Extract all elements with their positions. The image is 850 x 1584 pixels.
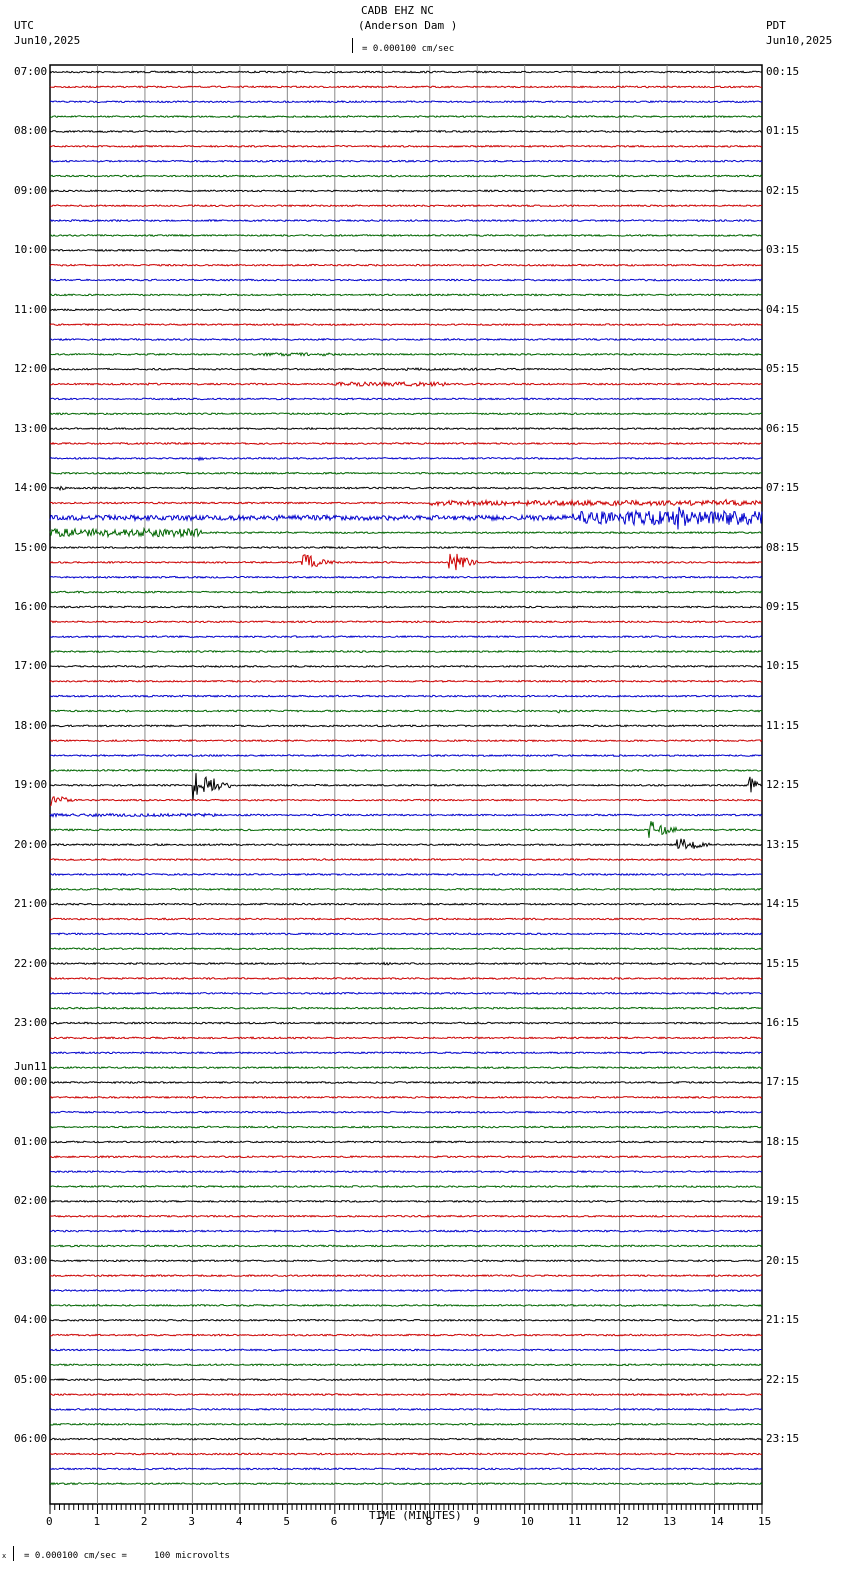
trace-line [49, 1363, 763, 1367]
helicorder-page: CADB EHZ NC (Anderson Dam ) UTC Jun10,20… [0, 0, 850, 1584]
trace-line [49, 679, 763, 683]
trace-line [50, 337, 763, 342]
trace-line [49, 485, 763, 492]
trace-line [49, 100, 763, 104]
trace-line [49, 204, 763, 208]
trace-line [49, 263, 763, 267]
trace-line [49, 248, 763, 252]
trace-line [50, 441, 763, 446]
trace-line [49, 498, 763, 508]
trace-line [49, 773, 763, 801]
trace-line [49, 664, 763, 669]
trace-line [49, 1229, 763, 1233]
trace-line [49, 426, 763, 431]
trace-line [50, 932, 763, 936]
trace-line [49, 367, 763, 372]
trace-line [49, 1244, 763, 1248]
trace-line [49, 1467, 763, 1471]
trace-line [49, 85, 763, 89]
trace-line [49, 1170, 763, 1174]
trace-line [49, 753, 763, 758]
trace-line [50, 397, 763, 401]
trace-line [49, 114, 763, 119]
trace-line [49, 857, 763, 862]
trace-line [49, 1259, 763, 1263]
trace-line [49, 872, 763, 877]
trace-line [49, 821, 762, 838]
trace-line [49, 947, 763, 951]
trace-line [49, 991, 763, 995]
trace-line [49, 1288, 763, 1293]
trace-line [50, 1452, 763, 1456]
trace-line [49, 917, 763, 921]
trace-line [49, 1095, 763, 1099]
trace-line [49, 961, 763, 966]
trace-line [49, 812, 763, 818]
trace-line [49, 1303, 763, 1307]
trace-line [49, 456, 763, 462]
trace-line [49, 635, 763, 639]
trace-line [49, 352, 763, 358]
trace-line [49, 174, 763, 178]
trace-line [49, 709, 763, 714]
trace-line [49, 322, 763, 327]
trace-line [49, 1140, 763, 1144]
trace-line [49, 620, 763, 624]
trace-line [49, 976, 763, 981]
seismogram-plot [49, 64, 763, 1514]
trace-line [49, 902, 763, 906]
trace-line [49, 412, 763, 416]
trace-line [49, 293, 763, 297]
trace-line [49, 1021, 763, 1025]
trace-line [49, 526, 763, 539]
trace-line [49, 1422, 763, 1426]
trace-line [49, 1110, 763, 1114]
trace-line [49, 233, 763, 238]
trace-line [49, 506, 763, 530]
trace-line [49, 308, 763, 312]
trace-line [50, 590, 763, 594]
trace-line [49, 1333, 763, 1337]
trace-line [49, 70, 763, 74]
trace-line [49, 1036, 763, 1040]
trace-line [49, 471, 762, 475]
trace-line [49, 278, 762, 282]
trace-line [49, 887, 763, 891]
trace-line [49, 1348, 763, 1352]
trace-line [49, 1481, 763, 1486]
trace-line [49, 1051, 763, 1055]
trace-line [49, 1006, 763, 1010]
trace-line [49, 218, 763, 223]
trace-line [50, 1080, 763, 1085]
trace-line [49, 605, 763, 609]
trace-line [50, 1184, 763, 1189]
trace-line [49, 380, 763, 388]
trace-line [49, 189, 763, 193]
trace-line [49, 1274, 763, 1278]
trace-line [49, 1065, 763, 1070]
trace-line [49, 1155, 763, 1159]
trace-line [49, 144, 763, 149]
trace-line [49, 129, 763, 134]
trace-line [49, 1392, 763, 1397]
trace-line [49, 1199, 763, 1204]
trace-line [49, 1125, 763, 1129]
trace-line [49, 1214, 763, 1218]
trace-line [49, 545, 763, 550]
trace-line [49, 1318, 763, 1322]
trace-line [49, 739, 763, 743]
trace-line [49, 649, 763, 654]
trace-line [49, 1378, 763, 1382]
trace-line [49, 1437, 763, 1441]
trace-line [49, 1407, 763, 1412]
trace-line [49, 694, 763, 698]
trace-line [49, 575, 763, 579]
trace-line [49, 768, 763, 773]
trace-line [49, 159, 763, 163]
trace-line [49, 838, 763, 850]
trace-line [49, 724, 763, 728]
trace-line [50, 796, 763, 806]
trace-line [49, 553, 763, 571]
